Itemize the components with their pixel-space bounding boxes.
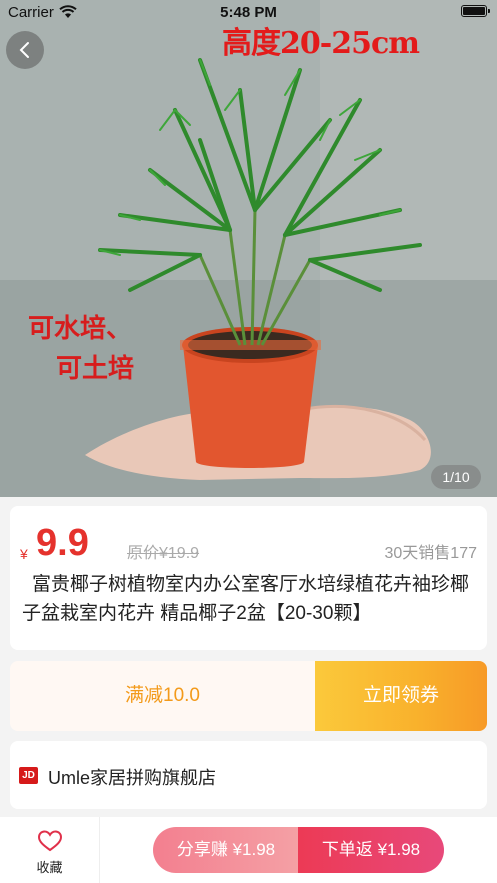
status-time: 5:48 PM [220, 4, 277, 21]
hero-side-line2: 可土培 [56, 354, 135, 384]
currency-symbol: ¥ [20, 546, 28, 562]
battery-icon [461, 5, 490, 17]
favorite-label: 收藏 [36, 860, 63, 875]
bottom-action-bar: 收藏 分享赚 ¥1.98 下单返 ¥1.98 [0, 817, 497, 883]
product-image-carousel[interactable]: 高度20-25cm 可水培、 可土培 1/10 [0, 0, 497, 497]
product-photo [0, 0, 497, 497]
current-price: 9.9 [36, 522, 89, 564]
carousel-page-indicator: 1/10 [431, 465, 481, 489]
coupon-discount: 满减10.0 [125, 685, 200, 706]
shop-name: Umle家居拼购旗舰店 [48, 768, 217, 788]
hero-cultivation-label: 可水培、 可土培 [28, 309, 134, 389]
jd-logo: JD [19, 767, 38, 784]
share-earn-button[interactable]: 分享赚 ¥1.98 [153, 827, 299, 873]
order-rebate-button[interactable]: 下单返 ¥1.98 [298, 827, 444, 873]
price-row: ¥ 9.9 原价¥19.9 30天销售177 [20, 522, 477, 564]
coupon-card: 满减10.0 立即领券 [10, 661, 487, 731]
hero-height-label: 高度20-25cm [222, 26, 420, 61]
back-icon [19, 42, 29, 58]
status-bar: Carrier 5:48 PM [0, 0, 497, 24]
product-title: 富贵椰子树植物室内办公室客厅水培绿植花卉袖珍椰子盆栽室内花卉 精品椰子2盆【20… [22, 574, 470, 624]
back-button[interactable] [6, 31, 44, 69]
monthly-sales: 30天销售177 [384, 545, 478, 562]
favorite-button[interactable]: 收藏 [0, 817, 100, 883]
claim-coupon-button[interactable]: 立即领券 [315, 661, 487, 731]
hero-side-line1: 可水培、 [28, 314, 133, 344]
product-info-card: ¥ 9.9 原价¥19.9 30天销售177 富贵椰子树植物室内办公室客厅水培绿… [10, 506, 487, 650]
heart-icon [37, 830, 63, 852]
original-price: 原价¥19.9 [127, 545, 200, 562]
shop-card[interactable]: JD Umle家居拼购旗舰店 [10, 741, 487, 809]
